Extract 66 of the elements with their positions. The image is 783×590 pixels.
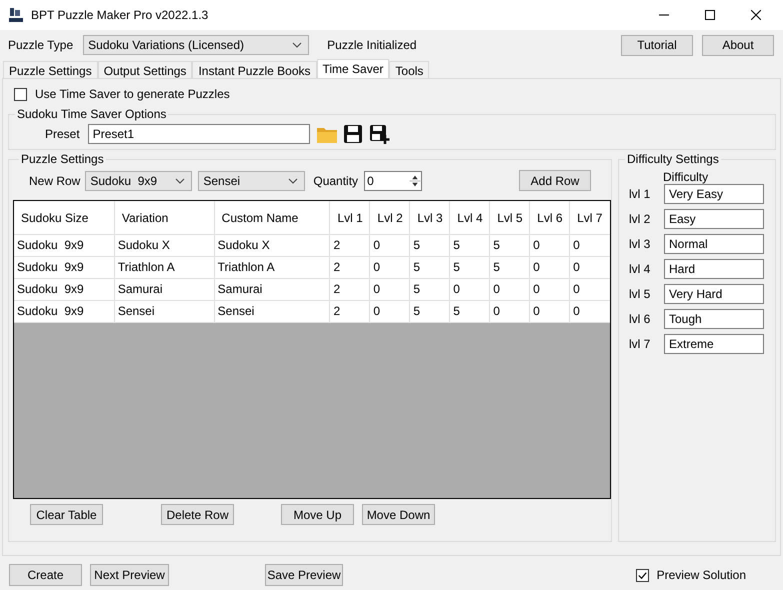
status-text: Puzzle Initialized: [327, 38, 417, 52]
new-row-label: New Row: [29, 174, 80, 188]
checkbox[interactable]: [636, 568, 649, 582]
size-dropdown[interactable]: Sudoku 9x9: [85, 170, 192, 190]
quantity-spinner[interactable]: 0: [364, 170, 422, 190]
variation-dropdown[interactable]: Sensei: [198, 170, 306, 190]
table-button[interactable]: Clear Table: [30, 504, 103, 525]
table-cell[interactable]: Sensei: [214, 301, 330, 323]
caret-icon: [292, 42, 302, 48]
level-label: lvl 6: [629, 312, 652, 326]
difficulty-field[interactable]: Normal: [664, 234, 764, 254]
preset-label: Preset: [45, 127, 80, 141]
header-button[interactable]: Tutorial: [621, 34, 693, 56]
column-label: Difficulty: [662, 170, 710, 184]
difficulty-field[interactable]: Extreme: [664, 334, 764, 354]
app-icon: [8, 7, 24, 23]
maximize-icon[interactable]: [705, 10, 715, 20]
table-cell[interactable]: Sensei: [114, 301, 215, 323]
table-cell[interactable]: 0: [530, 301, 570, 323]
difficulty-field[interactable]: Easy: [664, 209, 764, 229]
table-cell[interactable]: 2: [330, 301, 370, 323]
group-title: Puzzle Settings: [20, 152, 105, 166]
table-button[interactable]: Delete Row: [161, 504, 234, 525]
caret-icon: [288, 178, 298, 184]
footer-button[interactable]: Create: [9, 564, 82, 586]
level-label: lvl 1: [629, 187, 652, 201]
checkbox[interactable]: [14, 88, 27, 100]
table-cell[interactable]: 5: [410, 301, 450, 323]
level-label: lvl 5: [629, 287, 652, 301]
caret-icon: [175, 178, 186, 184]
checkbox-label: Use Time Saver to generate Puzzles: [35, 87, 230, 101]
table-button[interactable]: Move Up: [281, 504, 354, 525]
level-label: lvl 7: [629, 337, 652, 351]
save-new-icon[interactable]: [368, 123, 390, 145]
add-row-button[interactable]: Add Row: [519, 170, 591, 191]
table-button[interactable]: Move Down: [362, 504, 435, 525]
difficulty-field[interactable]: Very Hard: [664, 284, 764, 304]
preset-field[interactable]: Preset1: [88, 124, 310, 144]
table-cell[interactable]: 0: [570, 301, 610, 323]
quantity-label: Quantity: [313, 174, 358, 188]
level-label: lvl 3: [629, 237, 652, 251]
difficulty-field[interactable]: Hard: [664, 259, 764, 279]
table-cell[interactable]: 0: [490, 301, 530, 323]
level-label: lvl 4: [629, 262, 652, 276]
window-title: BPT Puzzle Maker Pro v2022.1.3: [31, 8, 208, 22]
difficulty-field[interactable]: Tough: [664, 309, 764, 329]
puzzle-type-dropdown[interactable]: Sudoku Variations (Licensed): [83, 35, 310, 55]
tab[interactable]: Tools: [389, 61, 430, 78]
group-title: Difficulty Settings: [626, 152, 720, 166]
tab[interactable]: Time Saver: [316, 59, 390, 78]
tab[interactable]: Output Settings: [98, 61, 192, 78]
table-cell[interactable]: Sudoku 9x9: [14, 301, 115, 323]
checkbox-label: Preview Solution: [656, 568, 746, 582]
footer-button[interactable]: Save Preview: [265, 564, 343, 586]
table-cell[interactable]: 0: [370, 301, 410, 323]
tab[interactable]: Puzzle Settings: [3, 61, 98, 78]
puzzle-type-label: Puzzle Type: [8, 38, 74, 52]
tab[interactable]: Instant Puzzle Books: [192, 61, 316, 78]
close-icon[interactable]: [751, 10, 761, 20]
level-label: lvl 2: [629, 212, 652, 226]
footer-button[interactable]: Next Preview: [90, 564, 169, 586]
table-cell[interactable]: 5: [450, 301, 490, 323]
difficulty-field[interactable]: Very Easy: [664, 184, 764, 204]
group-title: Sudoku Time Saver Options: [16, 107, 168, 121]
header-button[interactable]: About: [702, 34, 774, 56]
save-icon[interactable]: [342, 123, 364, 145]
